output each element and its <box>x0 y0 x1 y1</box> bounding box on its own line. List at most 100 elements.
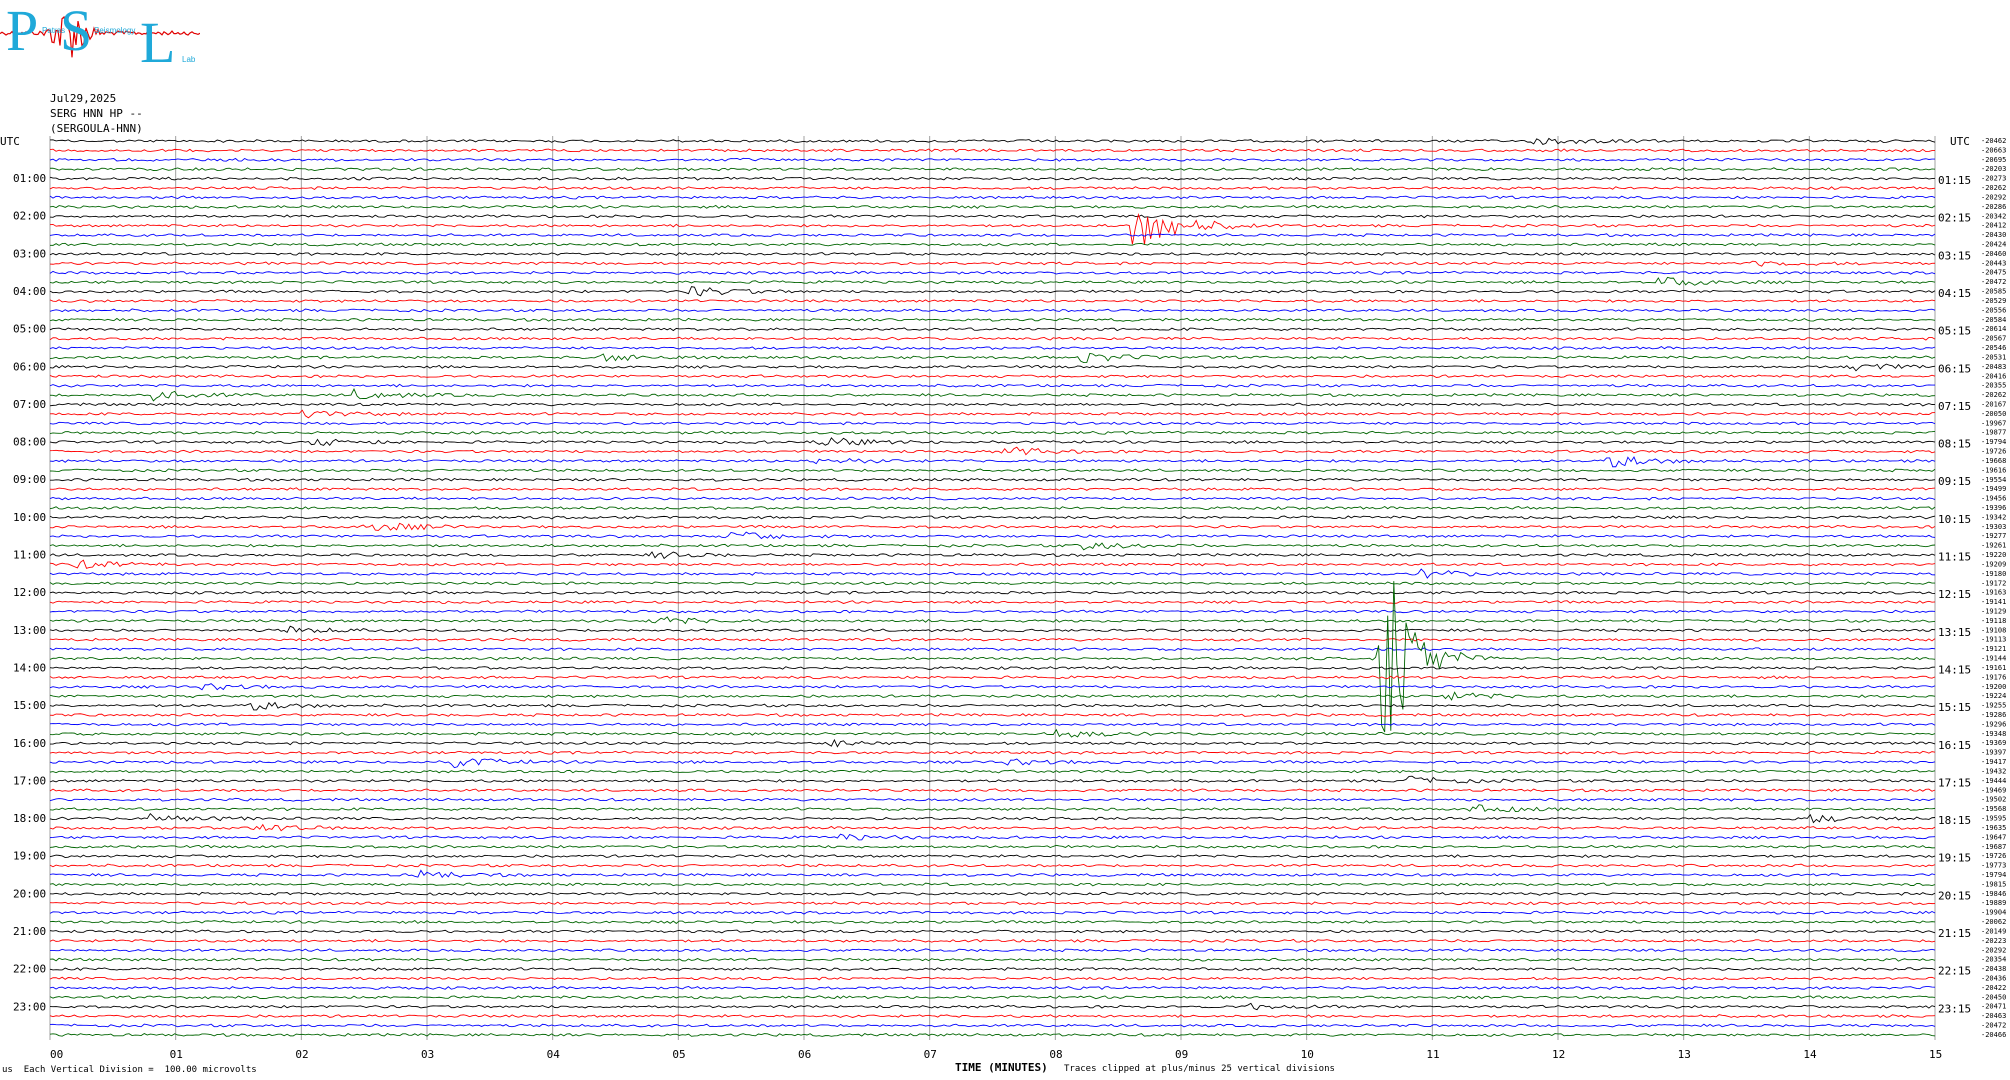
seismic-trace <box>49 374 1936 379</box>
trace-offset-value: -20546 <box>1981 344 2006 352</box>
seismic-trace <box>49 308 1936 313</box>
seismic-trace <box>49 214 1936 219</box>
left-utc-label: 15:00 <box>13 699 46 712</box>
trace-offset-value: -19144 <box>1981 655 2006 663</box>
trace-offset-value: -19595 <box>1981 815 2006 823</box>
trace-offset-value: -20556 <box>1981 306 2006 314</box>
left-utc-label: 10:00 <box>13 511 46 524</box>
left-utc-label: 01:00 <box>13 172 46 185</box>
seismic-trace <box>49 823 1936 832</box>
trace-offset-value: -19255 <box>1981 702 2006 710</box>
left-utc-label: 23:00 <box>13 1000 46 1013</box>
trace-offset-value: -19176 <box>1981 673 2006 681</box>
trace-offset-value: -20460 <box>1981 250 2006 258</box>
seismic-trace <box>49 421 1936 426</box>
trace-offset-value: -19161 <box>1981 664 2006 672</box>
left-utc-label: 14:00 <box>13 661 46 674</box>
trace-offset-value: -20203 <box>1981 165 2006 173</box>
seismic-trace <box>49 487 1936 492</box>
trace-offset-value: -19108 <box>1981 626 2006 634</box>
right-utc-label: 14:15 <box>1938 663 1971 676</box>
left-utc-label: 04:00 <box>13 285 46 298</box>
seismic-trace <box>49 713 1936 717</box>
right-utc-label: 15:15 <box>1938 701 1971 714</box>
seismic-trace <box>49 1033 1936 1037</box>
right-utc-label: 08:15 <box>1938 438 1971 451</box>
trace-offset-value: -20149 <box>1981 927 2006 935</box>
trace-offset-value: -20450 <box>1981 993 2006 1001</box>
seismic-trace <box>49 701 1936 711</box>
trace-offset-value: -19616 <box>1981 466 2006 474</box>
left-utc-label: 22:00 <box>13 963 46 976</box>
seismic-trace <box>49 863 1936 868</box>
left-utc-label: 13:00 <box>13 624 46 637</box>
right-utc-label: 04:15 <box>1938 287 1971 300</box>
left-utc-label: 07:00 <box>13 398 46 411</box>
right-utc-label: 16:15 <box>1938 739 1971 752</box>
seismic-trace <box>49 531 1936 540</box>
seismic-trace <box>49 691 1936 701</box>
trace-offset-value: -20438 <box>1981 965 2006 973</box>
seismic-trace <box>49 590 1936 595</box>
seismic-trace <box>49 788 1936 793</box>
seismic-trace <box>49 600 1936 605</box>
trace-offset-value: -19348 <box>1981 730 2006 738</box>
trace-offset-value: -20292 <box>1981 193 2006 201</box>
x-tick-label: 00 <box>50 1048 63 1061</box>
seismic-trace <box>49 910 1936 915</box>
trace-offset-value: -20695 <box>1981 156 2006 164</box>
x-axis-title: TIME (MINUTES) <box>955 1061 1048 1074</box>
trace-offset-value: -20424 <box>1981 241 2006 249</box>
x-tick-label: 06 <box>798 1048 811 1061</box>
trace-offset-value: -19396 <box>1981 504 2006 512</box>
trace-offset-value: -19773 <box>1981 862 2006 870</box>
seismic-trace <box>49 352 1936 363</box>
right-utc-label: 07:15 <box>1938 400 1971 413</box>
seismic-trace <box>49 409 1936 419</box>
x-tick-label: 04 <box>547 1048 561 1061</box>
left-utc-label: 12:00 <box>13 586 46 599</box>
trace-offset-value: -19342 <box>1981 513 2006 521</box>
trace-offset-value: -19502 <box>1981 796 2006 804</box>
seismic-trace <box>49 363 1936 372</box>
right-utc-labels: UTC 01:15 02:15 03:15 04:15 05:15 06:15 07:15 08… <box>1938 135 1971 1015</box>
x-tick-labels: 00 01 02 03 04 05 06 07 08 09 10 11 12 13 14 15 <box>50 1048 1942 1061</box>
left-utc-label: 20:00 <box>13 887 46 900</box>
seismic-trace <box>49 276 1936 286</box>
seismic-trace <box>49 920 1936 924</box>
scale-note: us Each Vertical Division = 100.00 micro… <box>2 1065 257 1075</box>
x-tick-label: 01 <box>170 1048 183 1061</box>
right-utc-label: 18:15 <box>1938 814 1971 827</box>
trace-offset-value: -20430 <box>1981 231 2006 239</box>
trace-offset-value: -19647 <box>1981 833 2006 841</box>
trace-offset-value: -19118 <box>1981 617 2006 625</box>
trace-offset-value: -19687 <box>1981 843 2006 851</box>
seismic-trace <box>49 456 1936 468</box>
trace-offset-value: -19286 <box>1981 711 2006 719</box>
left-utc-label: 02:00 <box>13 210 46 223</box>
seismic-trace <box>49 317 1936 322</box>
clip-note: Traces clipped at plus/minus 25 vertical… <box>1064 1064 1335 1074</box>
seismic-trace <box>49 581 1936 586</box>
seismic-trace <box>49 402 1936 407</box>
left-utc-label: 09:00 <box>13 473 46 486</box>
trace-offset-value: -20463 <box>1981 1012 2006 1020</box>
trace-offset-value: -19635 <box>1981 824 2006 832</box>
x-tick-label: 10 <box>1301 1048 1314 1061</box>
trace-offset-value: -20443 <box>1981 259 2006 267</box>
seismic-trace <box>49 854 1936 859</box>
seismic-trace <box>49 176 1936 181</box>
right-utc-label: 06:15 <box>1938 362 1971 375</box>
trace-offset-value: -20529 <box>1981 297 2006 305</box>
trace-offset-value: -20663 <box>1981 146 2006 154</box>
trace-offset-value: -19163 <box>1981 589 2006 597</box>
trace-offset-value: -20286 <box>1981 203 2006 211</box>
seismic-trace <box>49 430 1936 435</box>
trace-offset-value: -20167 <box>1981 400 2006 408</box>
x-tick-label: 02 <box>295 1048 308 1061</box>
trace-offset-value: -19794 <box>1981 438 2006 446</box>
trace-offset-value: -19129 <box>1981 608 2006 616</box>
seismic-trace <box>49 976 1936 981</box>
seismic-trace <box>49 233 1936 238</box>
left-utc-label: 18:00 <box>13 812 46 825</box>
